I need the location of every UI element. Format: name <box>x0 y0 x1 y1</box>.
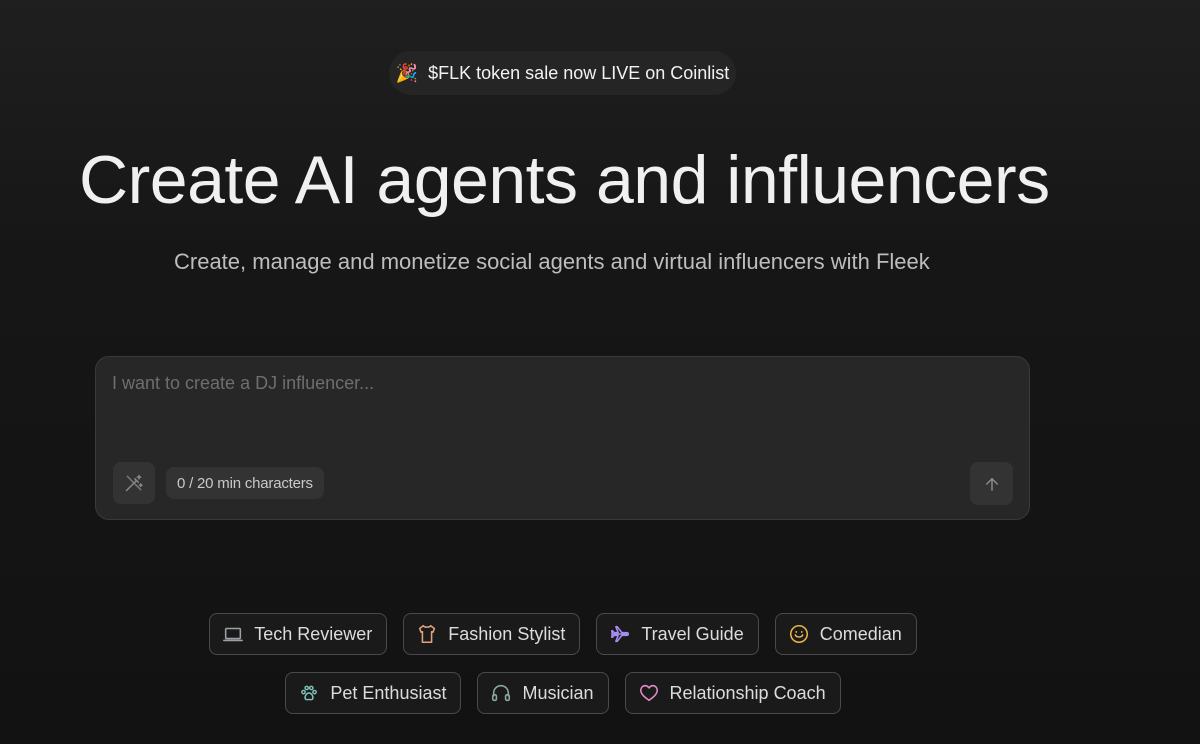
send-button[interactable] <box>970 462 1013 505</box>
suggestion-tech-reviewer[interactable]: Tech Reviewer <box>209 613 388 655</box>
chip-label: Comedian <box>819 623 902 644</box>
magic-wand-icon <box>124 473 144 493</box>
suggestion-row-1: Tech Reviewer Fashion Stylist Travel Gui… <box>0 613 1126 655</box>
suggestion-travel-guide[interactable]: Travel Guide <box>596 613 759 655</box>
char-count-badge: 0 / 20 min characters <box>166 467 324 499</box>
chip-label: Pet Enthusiast <box>330 682 447 703</box>
shirt-icon <box>416 623 438 645</box>
smile-icon <box>788 623 810 645</box>
laptop-icon <box>222 623 244 645</box>
plane-icon <box>609 623 631 645</box>
suggestion-comedian[interactable]: Comedian <box>774 613 917 655</box>
announcement-banner[interactable]: 🎉 $FLK token sale now LIVE on Coinlist <box>389 51 736 95</box>
party-popper-icon: 🎉 <box>395 63 419 83</box>
paw-icon <box>298 682 320 704</box>
chip-label: Tech Reviewer <box>254 623 373 644</box>
chip-label: Travel Guide <box>641 623 744 644</box>
arrow-up-icon <box>983 475 1001 493</box>
suggestion-fashion-stylist[interactable]: Fashion Stylist <box>403 613 581 655</box>
announcement-text: $FLK token sale now LIVE on Coinlist <box>428 62 730 83</box>
heart-icon <box>638 682 660 704</box>
page-title: Create AI agents and influencers <box>79 142 1050 218</box>
magic-enhance-button[interactable] <box>113 462 155 504</box>
prompt-box: 0 / 20 min characters <box>95 356 1030 520</box>
headphones-icon <box>490 682 512 704</box>
prompt-input[interactable] <box>112 373 1002 443</box>
suggestion-musician[interactable]: Musician <box>477 672 609 714</box>
chip-label: Musician <box>522 682 594 703</box>
suggestion-row-2: Pet Enthusiast Musician Relationship Coa… <box>0 672 1126 714</box>
suggestion-relationship-coach[interactable]: Relationship Coach <box>624 672 841 714</box>
chip-label: Relationship Coach <box>669 682 826 703</box>
suggestion-pet-enthusiast[interactable]: Pet Enthusiast <box>285 672 462 714</box>
page-subtitle: Create, manage and monetize social agent… <box>174 249 930 274</box>
chip-label: Fashion Stylist <box>448 623 566 644</box>
